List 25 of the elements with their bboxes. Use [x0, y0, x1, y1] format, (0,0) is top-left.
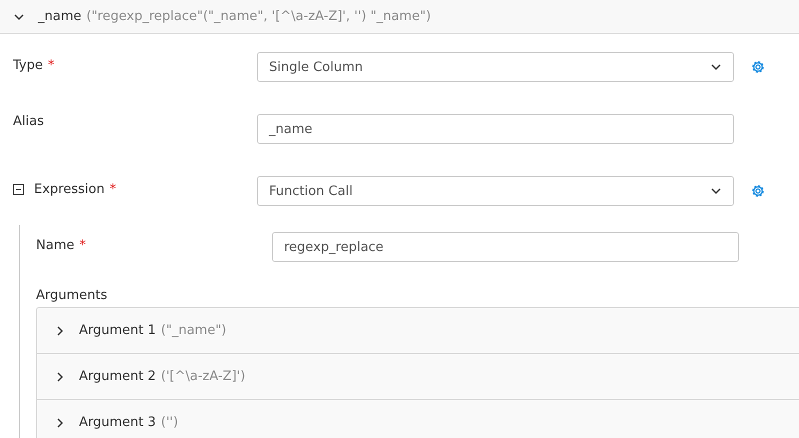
argument-row[interactable]: Argument 1 ("_name"): [37, 308, 799, 354]
input-field[interactable]: regexp_replace: [272, 232, 739, 262]
section-header[interactable]: _name ("regexp_replace"("_name", '[^\a-zA-Z]', '') "_name"): [0, 0, 799, 34]
required-mark: *: [48, 58, 54, 73]
dropdown-caret-icon: [711, 186, 721, 196]
dropdown[interactable]: Single Column: [257, 52, 734, 82]
section-label: Arguments: [35, 288, 108, 303]
chevron-icon: [55, 372, 65, 382]
required-mark: *: [110, 182, 116, 197]
chevron-icon: [14, 12, 24, 22]
field-label: Name: [36, 238, 74, 253]
field-label: Type: [13, 58, 43, 73]
chevron-icon: [55, 418, 65, 428]
field-label: Expression: [34, 182, 105, 197]
field-label: Alias: [13, 114, 44, 129]
chevron-icon: [55, 326, 65, 336]
dropdown[interactable]: Function Call: [257, 176, 734, 206]
settings-icon[interactable]: [750, 183, 766, 199]
required-mark: *: [79, 238, 86, 253]
argument-row[interactable]: Argument 3 (''): [37, 400, 799, 438]
input-field[interactable]: _name: [257, 114, 734, 144]
settings-icon[interactable]: [750, 59, 766, 75]
collapse-icon[interactable]: [13, 184, 24, 195]
dropdown-caret-icon: [711, 62, 721, 72]
argument-row[interactable]: Argument 2 ('[^\a-zA-Z]'): [37, 354, 799, 400]
